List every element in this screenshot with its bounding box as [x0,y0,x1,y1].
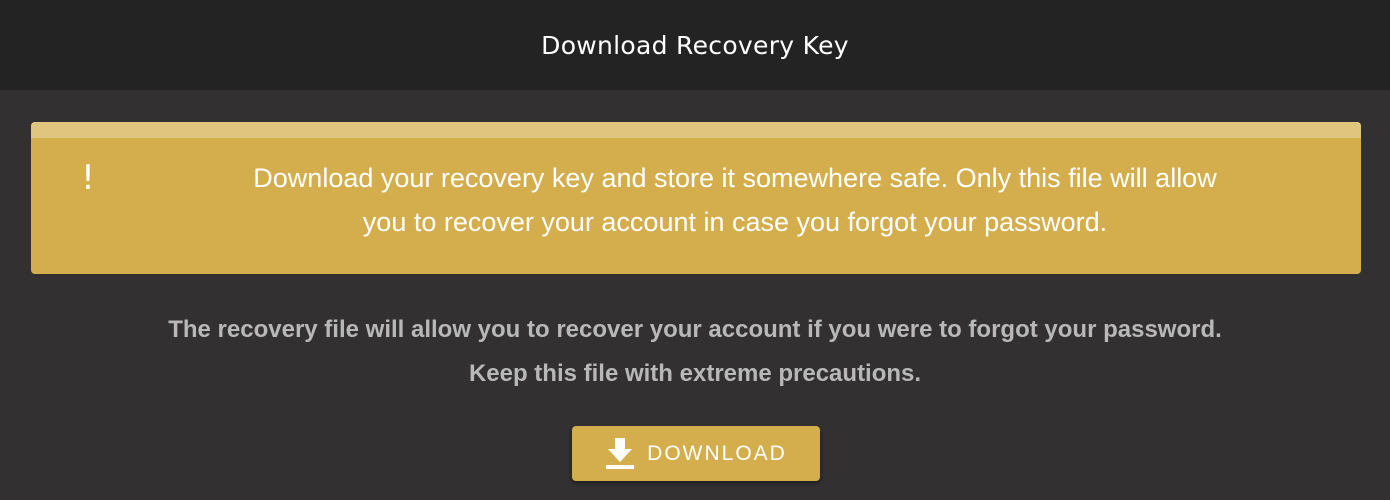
warning-banner-top-stripe [31,122,1361,138]
dialog-title: Download Recovery Key [541,30,849,60]
info-message-line-1: The recovery file will allow you to reco… [168,316,1222,343]
dialog-header: Download Recovery Key [0,0,1390,90]
info-message-line-2: Keep this file with extreme precautions. [468,360,922,387]
download-icon [606,437,635,469]
warning-message-line-2: you to recover your account in case you … [362,207,1108,237]
download-button-label: DOWNLOAD [647,441,787,465]
download-button[interactable]: DOWNLOAD [572,426,820,481]
exclamation-icon: ! [81,158,95,198]
warning-message-line-1: Download your recovery key and store it … [253,163,1217,193]
info-message: The recovery file will allow you to reco… [0,308,1390,396]
warning-message: Download your recovery key and store it … [150,156,1320,244]
